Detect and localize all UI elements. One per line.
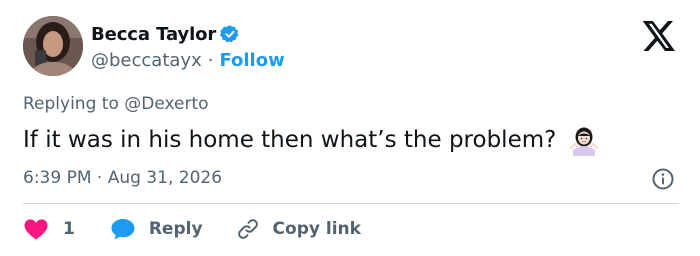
like-count: 1 [63,219,75,239]
separator-dot: · [207,49,214,71]
person-shrugging-icon [568,124,600,156]
copy-link-label: Copy link [272,219,361,239]
replying-to-label: Replying to @Dexerto [23,94,209,114]
link-icon [237,219,258,239]
divider [23,203,679,204]
author-handle-row: @beccatayx · Follow [91,48,285,72]
tweet-text: If it was in his home then what’s the pr… [23,123,600,157]
author-handle[interactable]: @beccatayx [91,50,202,71]
x-logo-icon[interactable] [640,20,676,52]
heart-icon [24,219,48,240]
tweet-actions: 1 Reply Copy link [23,214,361,244]
copy-link-button[interactable]: Copy link [235,217,361,241]
verified-badge-icon [220,24,240,44]
info-icon[interactable] [651,167,675,191]
like-button[interactable]: 1 [23,217,75,241]
speech-bubble-icon [111,219,135,240]
avatar[interactable] [23,16,83,76]
author-display-name[interactable]: Becca Taylor [91,24,216,45]
reply-label: Reply [148,219,203,239]
profile-photo-icon [23,16,83,76]
tweet-body: If it was in his home then what’s the pr… [23,127,557,153]
tweet-timestamp[interactable]: 6:39 PM · Aug 31, 2026 [23,165,222,191]
reply-button[interactable]: Reply [110,217,203,241]
author-name-row: Becca Taylor [91,22,240,46]
follow-button[interactable]: Follow [219,50,284,71]
